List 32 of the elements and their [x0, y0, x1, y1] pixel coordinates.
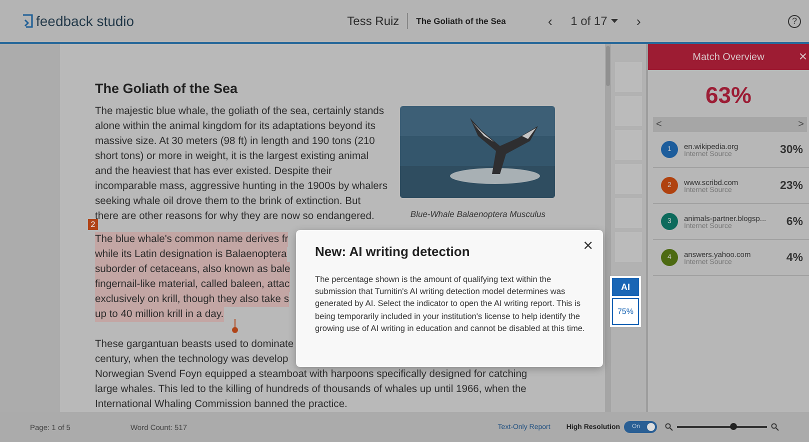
similarity-score: 63% [704, 81, 753, 110]
student-name: Tess Ruiz [347, 14, 400, 28]
source-percent: 4% [786, 252, 803, 264]
ai-indicator[interactable]: AI 75% [610, 276, 641, 327]
source-percent: 30% [780, 144, 803, 156]
match-marker[interactable]: 2 [88, 219, 98, 230]
next-button[interactable]: › [632, 13, 645, 29]
image-caption: Blue-Whale Balaenoptera Musculus [410, 209, 546, 219]
logo[interactable]: feedback studio [22, 13, 134, 29]
close-button[interactable]: × [583, 236, 593, 256]
next-button[interactable]: > [798, 119, 804, 130]
help-button[interactable]: ? [788, 14, 801, 28]
text-caret-icon [232, 319, 238, 333]
source-percent: 6% [786, 216, 803, 228]
panel-title: Match Overview [692, 52, 764, 62]
paragraph: The blue whale's common name derives fr while its Latin designation is Balaenoptera suborder of cetaceans, also known as bale fingernail-like material, called baleen, attac exclusively on krill, though they also take s up to 40 million krill in a day. [95, 232, 290, 322]
zoom-out-icon[interactable] [665, 423, 673, 431]
document-title: The Goliath of the Sea [95, 81, 239, 97]
zoom-in-icon[interactable] [771, 423, 779, 431]
popup-title: New: AI writing detection [315, 244, 471, 259]
source-percent: 23% [780, 180, 803, 192]
paper-pager[interactable]: 1 of 17 [564, 13, 624, 29]
close-button[interactable]: × [798, 48, 807, 64]
logo-icon [22, 14, 33, 28]
previous-button[interactable]: ‹ [544, 13, 557, 29]
caret-icon [611, 19, 618, 23]
scrollbar[interactable] [605, 44, 611, 412]
paragraph: The majestic blue whale, the goliath of the sea, certainly stands alone within the animal kingdom for its adaptations beyond its massive size. At 30 meters (98 ft) in length and 190 tons (210 short tons) or more in weight, it is the largest existing animal and the heaviest that has ever existed. Despite their incomparable mass, aggressive hunting in the 1900s by whalers seeking whale oil drove them to the brink of extinction. But there are other reasons for why they are now so endangered. [95, 105, 388, 224]
paper-title: The Goliath of the Sea [416, 16, 506, 26]
popup-text: The percentage shown is the amount of qualifying text within the submission that Turnitin's AI writing detection model determines was generated by AI. Select the indicator to open the AI writing report. This is being temporarily included in your institution's license to help identify the growing use of AI writing in education and cannot be disabled at this time. [315, 273, 586, 334]
previous-button[interactable]: < [656, 119, 662, 130]
paragraph: These gargantuan beasts used to dominate century, when the technology was develop Norwegian Svend Foyn equipped a steamboat with harpoons specifically designed for catching large whales. This led to the killing of hundreds of thousands of whales up until 1966, when the International Whaling Commission banned the practice. [95, 338, 528, 412]
